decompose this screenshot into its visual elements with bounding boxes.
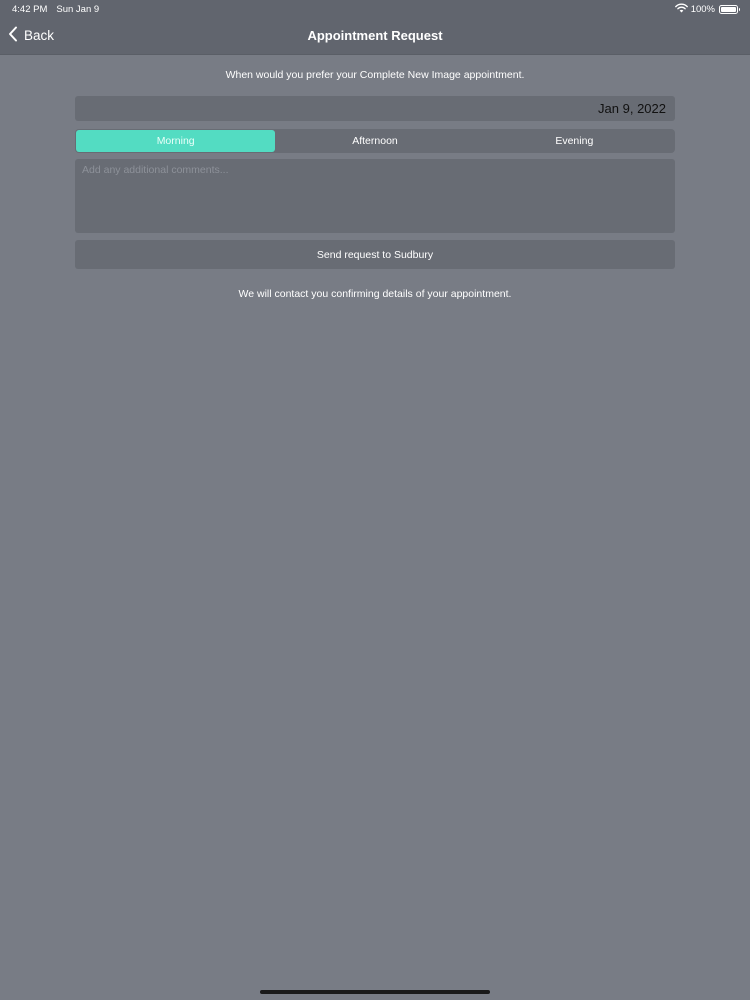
segment-afternoon[interactable]: Afternoon	[275, 130, 474, 152]
battery-icon	[719, 5, 740, 14]
confirmation-text: We will contact you confirming details o…	[238, 288, 512, 300]
status-right: 100%	[674, 3, 740, 16]
status-bar: 4:42 PM Sun Jan 9 100%	[0, 0, 750, 18]
date-picker[interactable]: Jan 9, 2022	[75, 96, 675, 121]
send-request-button[interactable]: Send request to Sudbury	[75, 240, 675, 269]
prompt-text: When would you prefer your Complete New …	[225, 69, 525, 81]
battery-cap	[738, 8, 740, 11]
battery-percent: 100%	[690, 4, 715, 15]
status-time: 4:42 PM	[12, 4, 48, 15]
status-left: 4:42 PM Sun Jan 9	[12, 4, 99, 15]
battery-fill	[721, 7, 736, 12]
segment-evening[interactable]: Evening	[475, 130, 674, 152]
page-title: Appointment Request	[307, 28, 443, 43]
wifi-icon	[674, 3, 688, 16]
status-date: Sun Jan 9	[56, 4, 100, 15]
segment-morning[interactable]: Morning	[76, 130, 276, 152]
home-indicator	[260, 990, 490, 994]
comments-input[interactable]	[75, 159, 675, 233]
time-of-day-segmented-control: Morning Afternoon Evening	[75, 129, 675, 153]
